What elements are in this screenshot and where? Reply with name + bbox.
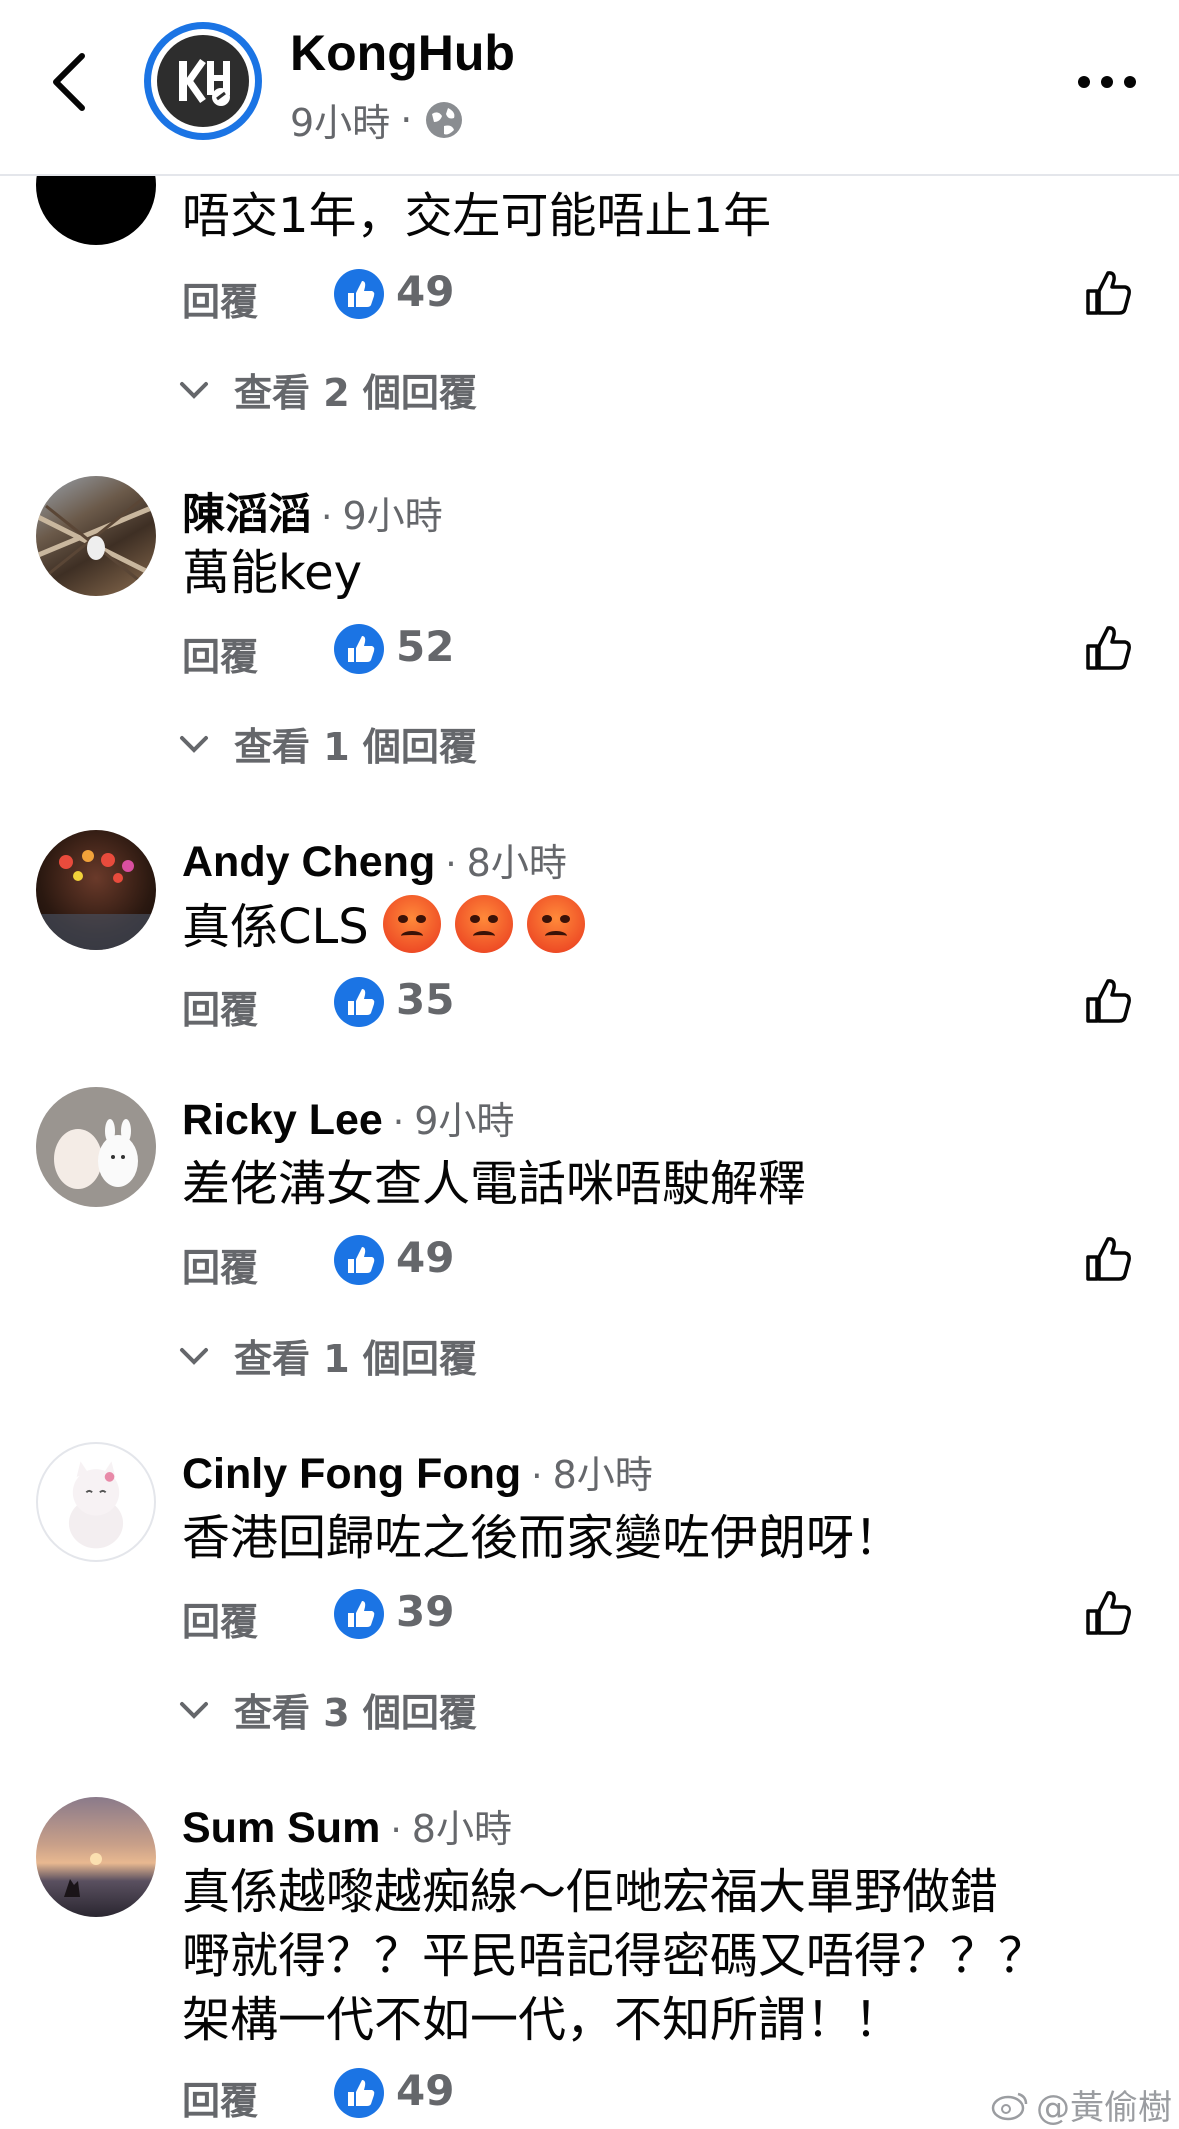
separator-dot: ·: [531, 1456, 543, 1497]
comment-actions: 回覆 35: [182, 973, 1142, 1033]
chevron-down-icon: [180, 735, 208, 753]
comment-time: 9小時: [342, 494, 443, 538]
thumbs-up-icon[interactable]: [1080, 973, 1138, 1031]
konghub-logo-icon: [179, 58, 230, 106]
chevron-down-icon: [180, 381, 208, 399]
reply-button[interactable]: 回覆: [182, 1591, 258, 1646]
comment-actions: 回覆 49: [182, 1231, 1142, 1291]
reply-button[interactable]: 回覆: [182, 979, 258, 1034]
plush-toys-photo: [54, 1119, 138, 1189]
comment-text-line: 嘢就得？？平民唔記得密碼又唔得？？？: [182, 1928, 1047, 1984]
reply-button[interactable]: 回覆: [182, 626, 258, 681]
angry-face-emoji-icon: [526, 895, 585, 953]
separator-dot: ·: [392, 1102, 405, 1143]
like-count: 39: [396, 1587, 455, 1636]
separator-dot: ·: [445, 844, 457, 885]
comment-header: 陳滔滔 · 9小時: [182, 480, 443, 542]
commenter-name[interactable]: Andy Cheng: [182, 838, 435, 887]
reply-button[interactable]: 回覆: [182, 1237, 258, 1292]
reply-button[interactable]: 回覆: [182, 2070, 258, 2125]
thumbs-up-icon[interactable]: [1080, 620, 1138, 678]
commenter-avatar[interactable]: [36, 1442, 156, 1562]
reply-button[interactable]: 回覆: [182, 271, 258, 326]
plush-cat-photo: [68, 1461, 124, 1549]
watermark: @黃偷樹: [990, 2080, 1172, 2129]
commenter-avatar[interactable]: [36, 1797, 156, 1917]
like-reaction-icon: [334, 977, 384, 1027]
more-options-icon[interactable]: [1072, 62, 1142, 102]
commenter-name[interactable]: Cinly Fong Fong: [182, 1450, 521, 1499]
like-count: 49: [396, 1233, 455, 1282]
thumbs-up-icon[interactable]: [1080, 265, 1138, 323]
like-count: 52: [396, 622, 455, 671]
comment-time: 8小時: [411, 1807, 512, 1851]
comment-text-line: 真係越嚟越痴線～佢哋宏福大單野做錯: [182, 1864, 999, 1920]
lanterns-photo: [36, 850, 156, 950]
back-arrow-icon[interactable]: [38, 42, 108, 122]
like-count: 35: [396, 975, 455, 1024]
like-reaction-icon: [334, 1235, 384, 1285]
comment-text-line: 架構一代不如一代，不知所謂！！: [182, 1992, 903, 2048]
comment-text: 香港回歸咗之後而家變咗伊朗呀！: [182, 1510, 903, 1566]
like-reaction-icon: [334, 624, 384, 674]
comment-header: Ricky Lee · 9小時: [182, 1090, 514, 1145]
view-replies-button[interactable]: 查看 1 個回覆: [176, 1328, 477, 1383]
post-time: 9小時: [290, 101, 391, 145]
separator-dot: ·: [321, 497, 333, 538]
comment-header: Sum Sum · 8小時: [182, 1798, 512, 1853]
comment-text: 萬能key: [182, 545, 363, 601]
chevron-down-icon: [180, 1347, 208, 1365]
view-replies-button[interactable]: 查看 1 個回覆: [176, 716, 477, 771]
railway-photo: [36, 494, 156, 588]
thumbs-up-icon[interactable]: [1080, 1231, 1138, 1289]
separator-dot: ·: [400, 97, 413, 142]
like-count: 49: [396, 267, 455, 316]
post-header: KongHub 9小時 ·: [0, 0, 1179, 176]
comment-actions: 回覆 52: [182, 620, 1142, 680]
view-replies-button[interactable]: 查看 3 個回覆: [176, 1682, 477, 1737]
like-reaction-icon: [334, 2068, 384, 2118]
weibo-logo-icon: [991, 2092, 1028, 2120]
page-name[interactable]: KongHub: [290, 24, 515, 82]
commenter-name[interactable]: 陳滔滔: [182, 480, 311, 542]
like-reaction-icon: [334, 269, 384, 319]
comment-header: Andy Cheng · 8小時: [182, 832, 567, 887]
post-meta: 9小時 ·: [290, 92, 466, 147]
like-reaction-icon: [334, 1589, 384, 1639]
comment-text: 真係CLS: [182, 895, 585, 959]
comment-actions: 回覆 49: [182, 265, 1142, 325]
page-avatar[interactable]: [144, 22, 262, 140]
comment-text: 唔交1年，交左可能唔止1年: [182, 188, 772, 244]
like-count: 49: [396, 2066, 455, 2115]
comment-header: Cinly Fong Fong · 8小時: [182, 1444, 653, 1499]
globe-icon: [426, 101, 463, 138]
commenter-name[interactable]: Sum Sum: [182, 1804, 380, 1853]
commenter-avatar[interactable]: [36, 476, 156, 596]
commenter-avatar[interactable]: [36, 1087, 156, 1207]
comment-time: 8小時: [552, 1453, 653, 1497]
view-replies-button[interactable]: 查看 2 個回覆: [176, 362, 477, 417]
chevron-down-icon: [180, 1701, 208, 1719]
comment-actions: 回覆 39: [182, 1585, 1142, 1645]
comment-text: 差佬溝女查人電話咪唔駛解釋: [182, 1156, 807, 1212]
thumbs-up-icon[interactable]: [1080, 1585, 1138, 1643]
commenter-avatar[interactable]: [36, 830, 156, 950]
comment-time: 8小時: [466, 841, 567, 885]
angry-face-emoji-icon: [454, 895, 513, 953]
comment-time: 9小時: [414, 1099, 515, 1143]
angry-face-emoji-icon: [382, 895, 441, 953]
separator-dot: ·: [390, 1810, 402, 1851]
commenter-name[interactable]: Ricky Lee: [182, 1096, 383, 1145]
sunset-photo: [64, 1853, 102, 1897]
